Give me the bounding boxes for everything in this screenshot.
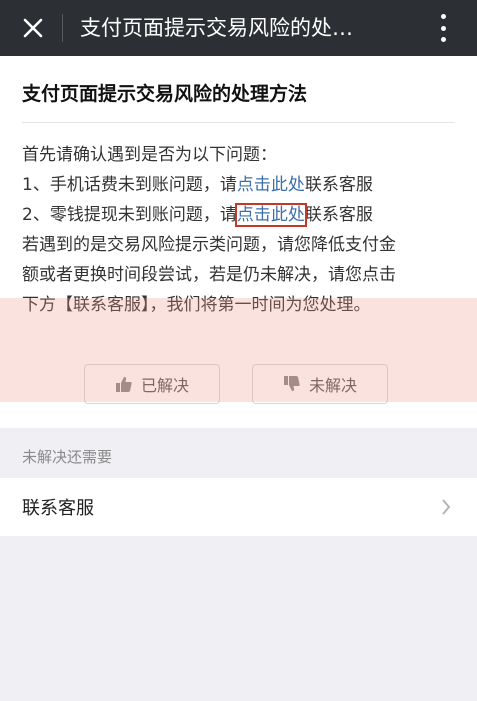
- issue-item-1: 1、手机话费未到账问题，请点击此处联系客服: [22, 175, 373, 195]
- page-title: 支付页面提示交易风险的处…: [80, 16, 353, 40]
- intro-line: 首先请确认遇到是否为以下问题：: [22, 145, 277, 165]
- paragraph-line-1: 若遇到的是交易风险提示类问题，请您降低支付金: [22, 235, 396, 255]
- contact-link-1[interactable]: 点击此处: [237, 175, 305, 195]
- section-header: 未解决还需要: [22, 448, 113, 466]
- more-menu-button[interactable]: [433, 14, 453, 42]
- issue-item-2: 2、零钱提现未到账问题，请点击此处联系客服: [22, 203, 373, 227]
- topbar-divider: [62, 14, 63, 42]
- contact-link-2[interactable]: 点击此处: [234, 203, 307, 227]
- article-content: 首先请确认遇到是否为以下问题： 1、手机话费未到账问题，请点击此处联系客服 2、…: [22, 140, 462, 320]
- more-vertical-icon: [440, 14, 446, 19]
- watermark-overlay: [0, 298, 477, 402]
- close-button[interactable]: [16, 11, 50, 45]
- close-icon: [23, 18, 43, 38]
- contact-service-label: 联系客服: [22, 498, 94, 519]
- top-bar: 支付页面提示交易风险的处…: [0, 0, 477, 56]
- title-divider: [22, 122, 455, 123]
- article-title: 支付页面提示交易风险的处理方法: [22, 83, 308, 105]
- contact-service-row[interactable]: 联系客服: [0, 478, 477, 536]
- chevron-right-icon: [441, 498, 451, 520]
- paragraph-line-2: 额或者更换时间段尝试，若是仍未解决，请您点击: [22, 265, 396, 285]
